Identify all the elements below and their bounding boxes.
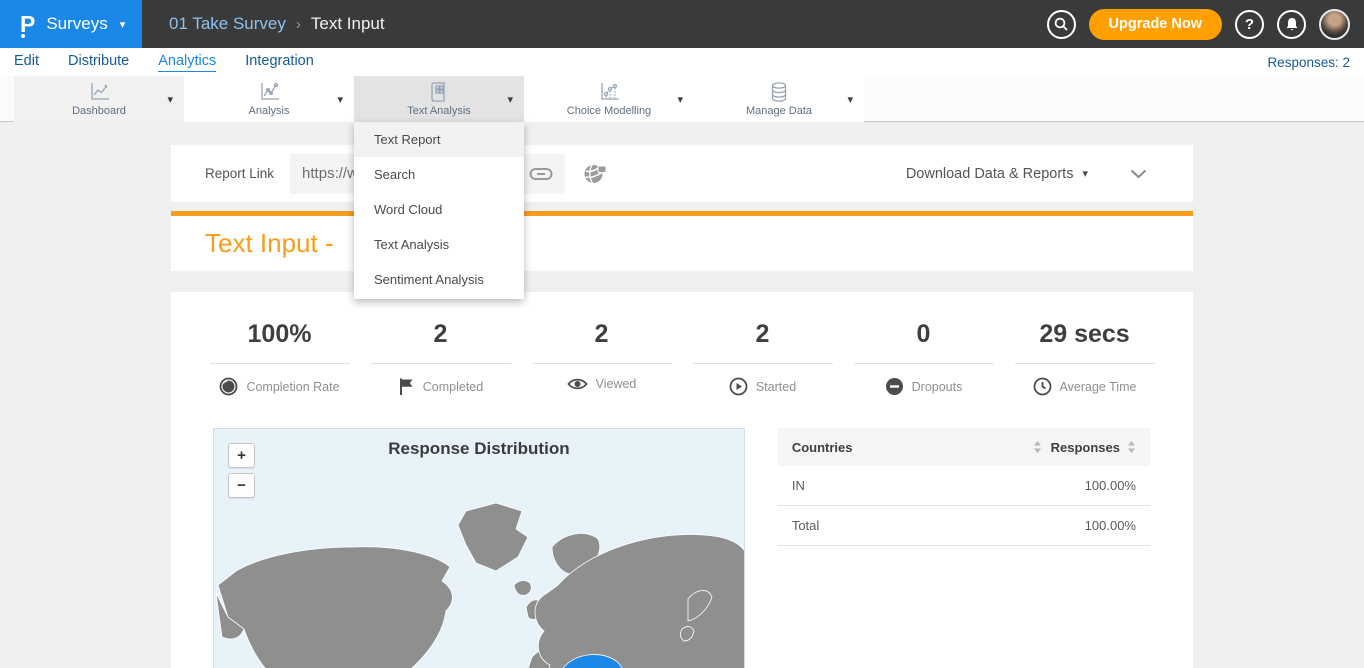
chevron-down-icon: ▾	[847, 93, 853, 106]
chevron-down-icon: ▾	[120, 18, 126, 31]
breadcrumb: 01 Take Survey › Text Input	[169, 14, 385, 34]
table-row: IN 100.00%	[778, 466, 1150, 506]
response-distribution-map[interactable]: Response Distribution + −	[213, 428, 745, 668]
text-report-icon	[426, 80, 452, 104]
collapse-panel-button[interactable]	[1130, 169, 1147, 179]
chevron-down-icon	[1130, 169, 1147, 179]
countries-table: Countries Responses IN 100.00% Total 100…	[778, 428, 1150, 668]
map-continent-north-america	[216, 547, 452, 668]
eye-icon	[567, 377, 588, 391]
stat-completion-rate: 100% Completion Rate	[199, 320, 360, 396]
choice-modelling-icon	[596, 80, 622, 104]
questionpro-logo-icon: P	[20, 13, 35, 36]
chevron-down-icon: ▾	[167, 93, 173, 106]
tab-dashboard[interactable]: Dashboard ▾	[14, 76, 184, 122]
stat-completed: 2 Completed	[360, 320, 521, 396]
menu-item-search[interactable]: Search	[354, 157, 524, 192]
avatar[interactable]	[1319, 9, 1350, 40]
analytics-toolbar: Dashboard ▾ Analysis ▾ Text Analysis ▾ C…	[0, 76, 1364, 122]
total-percent: 100.00%	[1056, 518, 1136, 533]
menu-item-text-report[interactable]: Text Report	[354, 122, 524, 157]
chevron-down-icon: ▾	[337, 93, 343, 106]
responses-count: Responses: 2	[1267, 55, 1350, 70]
dashboard-card: 100% Completion Rate 2 Completed 2	[171, 292, 1193, 668]
text-analysis-dropdown: Text Report Search Word Cloud Text Analy…	[354, 122, 524, 299]
nav-item-integration[interactable]: Integration	[245, 53, 314, 71]
table-header: Countries Responses	[778, 428, 1150, 466]
top-header: P Surveys ▾ 01 Take Survey › Text Input …	[0, 0, 1364, 48]
database-icon	[766, 80, 792, 104]
header-actions: Upgrade Now ?	[1047, 9, 1364, 40]
menu-item-word-cloud[interactable]: Word Cloud	[354, 192, 524, 227]
help-button[interactable]: ?	[1235, 10, 1264, 39]
stat-viewed: 2 Viewed	[521, 320, 682, 396]
sort-icon[interactable]	[1127, 440, 1136, 454]
menu-item-sentiment-analysis[interactable]: Sentiment Analysis	[354, 262, 524, 297]
survey-nav: Edit Distribute Analytics Integration Re…	[0, 48, 1364, 76]
download-data-reports-button[interactable]: Download Data & Reports ▾	[906, 166, 1088, 182]
globe-lock-button[interactable]	[583, 163, 607, 185]
nav-item-edit[interactable]: Edit	[14, 53, 39, 71]
content-area: Report Link https://ww Download Data & R…	[0, 145, 1364, 668]
stat-average-time: 29 secs Average Time	[1004, 320, 1165, 396]
flag-icon	[398, 377, 415, 396]
tab-analysis[interactable]: Analysis ▾	[184, 76, 354, 122]
world-map[interactable]	[214, 489, 745, 668]
clock-icon	[1033, 377, 1052, 396]
country-code: IN	[792, 478, 1056, 493]
product-name: Surveys	[46, 14, 107, 34]
notifications-button[interactable]	[1277, 10, 1306, 39]
response-percent: 100.00%	[1056, 478, 1136, 493]
analysis-chart-icon	[256, 80, 282, 104]
tab-manage-data[interactable]: Manage Data ▾	[694, 76, 864, 122]
stat-started: 2 Started	[682, 320, 843, 396]
column-header-countries[interactable]: Countries	[792, 440, 1042, 455]
search-icon	[1054, 17, 1068, 31]
stat-dropouts: 0 Dropouts	[843, 320, 1004, 396]
dashboard-chart-icon	[86, 80, 112, 104]
bell-icon	[1285, 17, 1299, 32]
total-label: Total	[792, 518, 1056, 533]
nav-item-analytics[interactable]: Analytics	[158, 53, 216, 72]
link-icon[interactable]	[529, 167, 553, 181]
sort-icon[interactable]	[1033, 440, 1042, 454]
breadcrumb-survey-link[interactable]: 01 Take Survey	[169, 14, 286, 34]
nav-item-distribute[interactable]: Distribute	[68, 53, 129, 71]
menu-item-text-analysis[interactable]: Text Analysis	[354, 227, 524, 262]
globe-lock-icon	[583, 163, 607, 185]
tab-text-analysis[interactable]: Text Analysis ▾	[354, 76, 524, 122]
column-header-responses[interactable]: Responses	[1042, 440, 1136, 455]
play-circle-icon	[729, 377, 748, 396]
report-link-bar: Report Link https://ww Download Data & R…	[171, 145, 1193, 202]
completion-rate-icon	[219, 377, 238, 396]
minus-circle-icon	[885, 377, 904, 396]
question-title-block: Text Input -	[171, 211, 1193, 271]
breadcrumb-current: Text Input	[311, 14, 385, 34]
report-link-label: Report Link	[205, 166, 274, 181]
chevron-down-icon: ▾	[507, 93, 513, 106]
upgrade-now-button[interactable]: Upgrade Now	[1089, 9, 1222, 40]
surveys-menu[interactable]: P Surveys ▾	[0, 0, 142, 48]
zoom-in-button[interactable]: +	[228, 443, 255, 468]
map-continent-greenland	[458, 503, 528, 571]
stats-row: 100% Completion Rate 2 Completed 2	[171, 320, 1193, 396]
chevron-down-icon: ▾	[1082, 167, 1088, 180]
page-title: Text Input -	[205, 228, 334, 259]
tab-choice-modelling[interactable]: Choice Modelling ▾	[524, 76, 694, 122]
map-title: Response Distribution	[214, 439, 744, 459]
visualization-row: Response Distribution + −	[171, 428, 1193, 668]
chevron-down-icon: ▾	[677, 93, 683, 106]
table-row-total: Total 100.00%	[778, 506, 1150, 546]
breadcrumb-separator-icon: ›	[296, 16, 301, 33]
search-button[interactable]	[1047, 10, 1076, 39]
